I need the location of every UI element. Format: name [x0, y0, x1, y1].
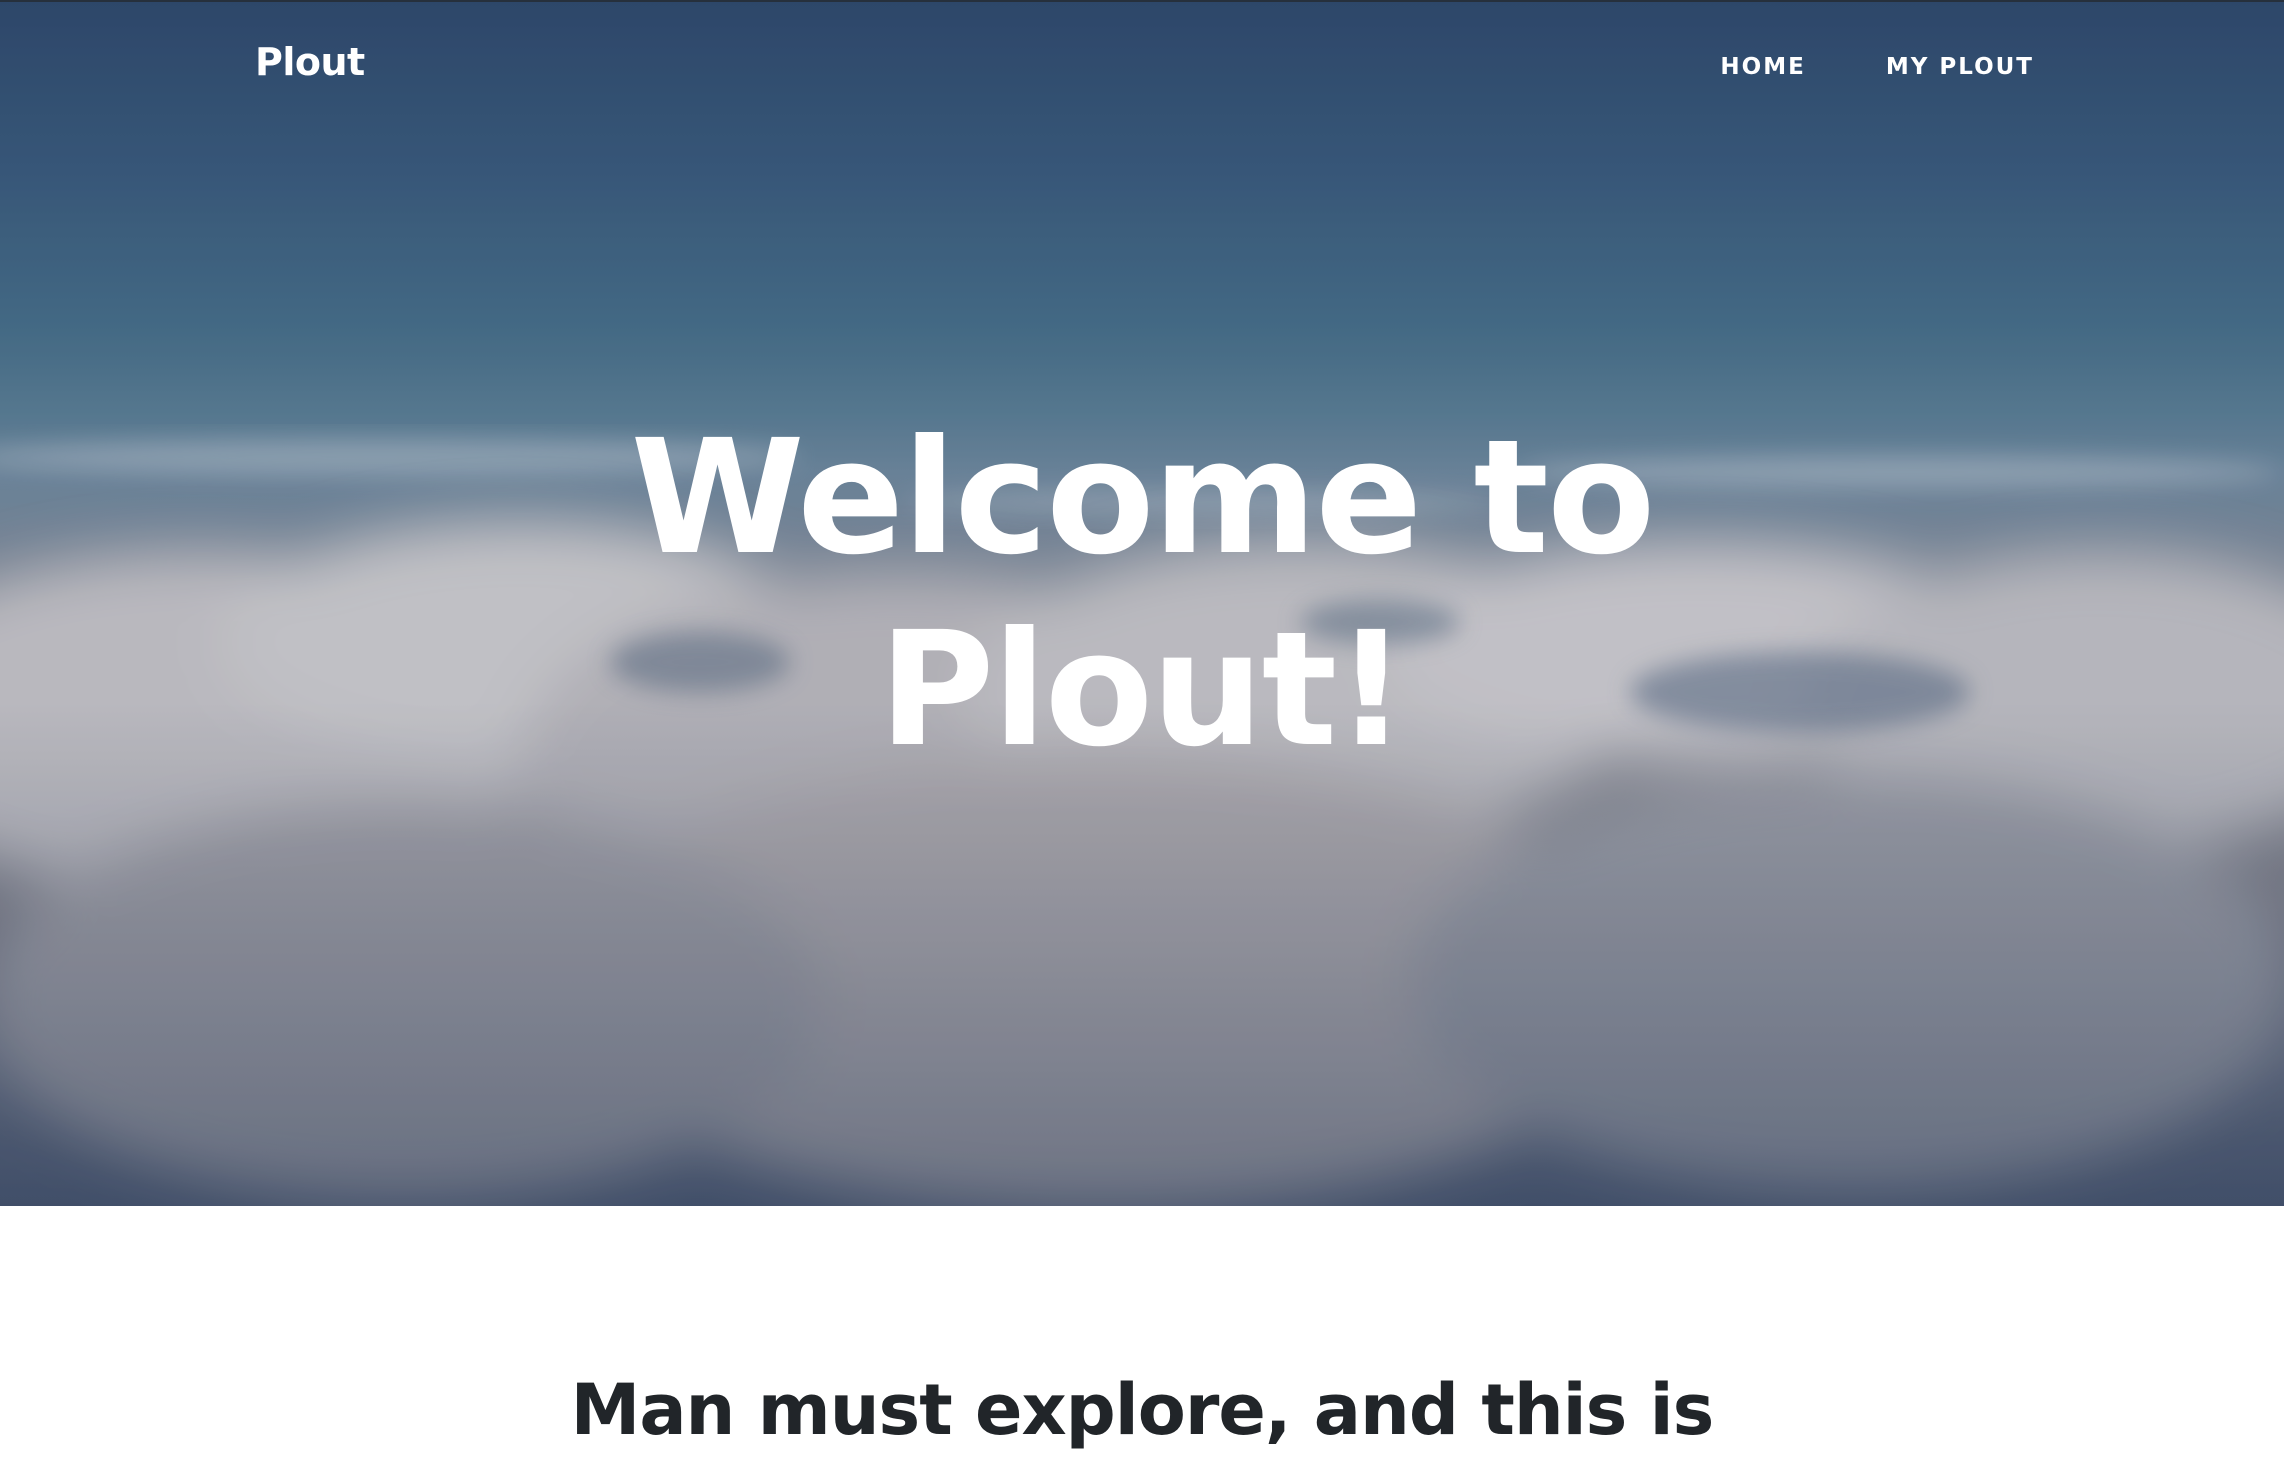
hero-title-line-1: Welcome to: [630, 406, 1655, 590]
main-navigation: HOME MY PLOUT: [1720, 54, 2034, 80]
nav-link-home[interactable]: HOME: [1720, 54, 1805, 80]
intro-heading: Man must explore, and this is: [570, 1369, 1715, 1451]
brand-logo-link[interactable]: Plout: [255, 40, 365, 84]
hero-title-line-2: Plout!: [878, 598, 1408, 782]
hero-section: Plout HOME MY PLOUT Welcome to Plout!: [0, 0, 2284, 1206]
nav-link-my-plout[interactable]: MY PLOUT: [1886, 54, 2034, 80]
hero-title: Welcome to Plout!: [0, 402, 2284, 786]
